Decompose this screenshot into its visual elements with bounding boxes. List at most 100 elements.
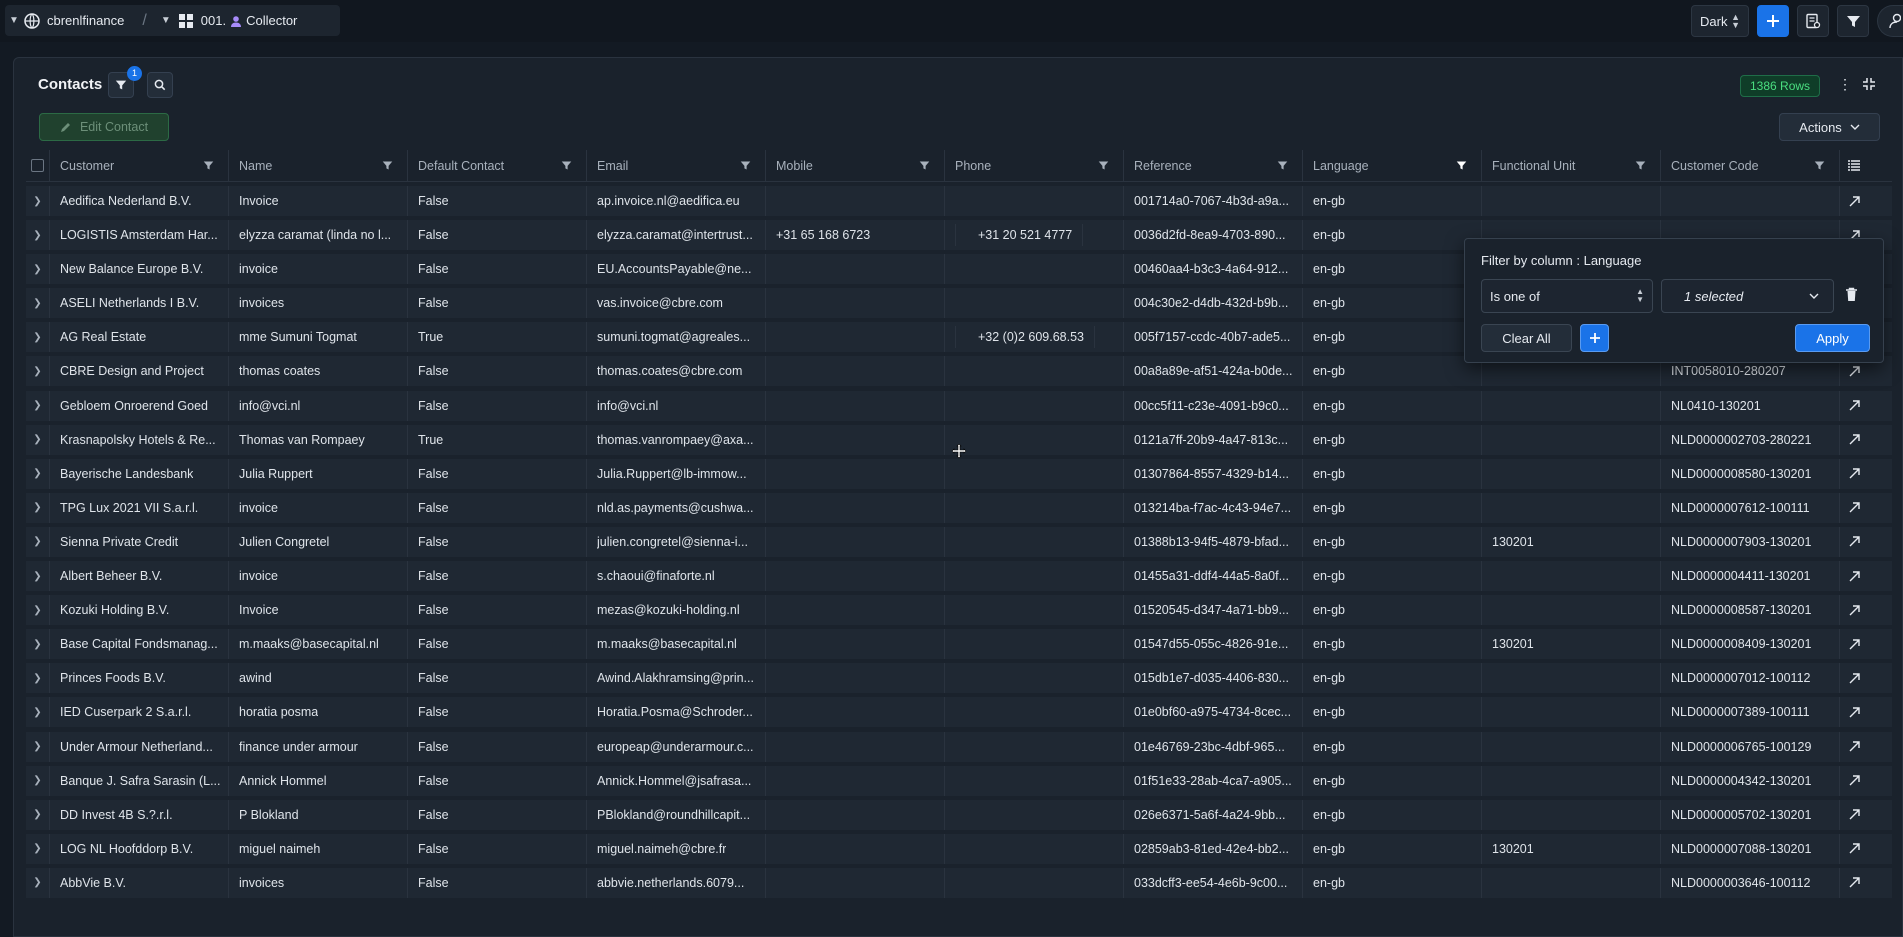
table-row[interactable]: ❯ Kozuki Holding B.V. Invoice False mezas@ko… <box>26 595 1892 626</box>
row-expand-button[interactable]: ❯ <box>26 220 50 251</box>
column-filter-icon[interactable] <box>561 160 572 171</box>
row-expand-button[interactable]: ❯ <box>26 731 50 762</box>
table-row[interactable]: ❯ DD Invest 4B S.?.r.l. P Blokland False PBl… <box>26 799 1892 830</box>
column-filter-icon[interactable] <box>1635 160 1646 171</box>
column-header-reference[interactable]: Reference <box>1124 150 1303 181</box>
row-expand-button[interactable]: ❯ <box>26 390 50 421</box>
table-row[interactable]: ❯ Base Capital Fondsmanag... m.maaks@basec… <box>26 629 1892 660</box>
search-button[interactable] <box>147 72 173 98</box>
row-expand-button[interactable]: ❯ <box>26 492 50 523</box>
row-expand-button[interactable]: ❯ <box>26 663 50 694</box>
open-row-button[interactable] <box>1840 527 1868 557</box>
row-expand-button[interactable]: ❯ <box>26 356 50 387</box>
column-filter-icon[interactable] <box>1456 160 1467 171</box>
chevron-down-icon[interactable]: ▼ <box>157 15 175 26</box>
open-row-button[interactable] <box>1840 800 1868 830</box>
column-header-functional-unit[interactable]: Functional Unit <box>1482 150 1661 181</box>
filter-value-select[interactable]: 1 selected <box>1661 279 1834 313</box>
column-header-language[interactable]: Language <box>1303 150 1482 181</box>
panel-filter-button[interactable]: 1 <box>108 66 142 98</box>
filter-operator-select[interactable]: Is one of ▲ ▼ <box>1481 279 1653 313</box>
row-expand-button[interactable]: ❯ <box>26 833 50 864</box>
row-expand-button[interactable]: ❯ <box>26 254 50 285</box>
open-row-button[interactable] <box>1840 391 1868 421</box>
row-expand-button[interactable]: ❯ <box>26 867 50 898</box>
open-row-button[interactable] <box>1840 595 1868 625</box>
table-row[interactable]: ❯ LOG NL Hoofddorp B.V. miguel naimeh False… <box>26 833 1892 864</box>
table-row[interactable]: ❯ Albert Beheer B.V. invoice False s.chaoui@… <box>26 561 1892 592</box>
column-header-default-contact[interactable]: Default Contact <box>408 150 587 181</box>
column-filter-icon[interactable] <box>1098 160 1109 171</box>
dashboard-prefix[interactable]: 001. <box>201 13 226 28</box>
row-expand-button[interactable]: ❯ <box>26 322 50 353</box>
trash-icon[interactable] <box>1845 287 1863 305</box>
table-row[interactable]: ❯ Princes Foods B.V. awind False Awind.Alakh… <box>26 663 1892 694</box>
row-expand-button[interactable]: ❯ <box>26 765 50 796</box>
open-row-button[interactable] <box>1840 561 1868 591</box>
row-expand-button[interactable]: ❯ <box>26 629 50 660</box>
table-row[interactable]: ❯ Bayerische Landesbank Julia Ruppert False… <box>26 458 1892 489</box>
column-header-customer[interactable]: Customer <box>50 150 229 181</box>
column-header-phone[interactable]: Phone <box>945 150 1124 181</box>
workspace-name[interactable]: cbrenlfinance <box>47 13 124 28</box>
row-expand-button[interactable]: ❯ <box>26 799 50 830</box>
column-filter-icon[interactable] <box>203 160 214 171</box>
column-header-email[interactable]: Email <box>587 150 766 181</box>
table-row[interactable]: ❯ AbbVie B.V. invoices False abbvie.netherla… <box>26 867 1892 898</box>
collapse-icon[interactable] <box>1862 77 1880 95</box>
column-filter-icon[interactable] <box>382 160 393 171</box>
open-row-button[interactable] <box>1840 732 1868 762</box>
open-row-button[interactable] <box>1840 766 1868 796</box>
open-row-button[interactable] <box>1840 493 1868 523</box>
apply-filter-button[interactable]: Apply <box>1795 324 1870 352</box>
add-button[interactable] <box>1757 5 1789 37</box>
row-expand-button[interactable]: ❯ <box>26 595 50 626</box>
theme-select[interactable]: Dark ▲ ▼ <box>1691 5 1749 37</box>
user-avatar-button[interactable] <box>1877 5 1903 37</box>
open-row-button[interactable] <box>1840 834 1868 864</box>
table-row[interactable]: ❯ TPG Lux 2021 VII S.a.r.l. invoice False nl… <box>26 492 1892 523</box>
dashboard-name[interactable]: Collector <box>246 13 297 28</box>
row-expand-button[interactable]: ❯ <box>26 424 50 455</box>
column-filter-icon[interactable] <box>919 160 930 171</box>
open-row-button[interactable] <box>1840 697 1868 727</box>
column-header-customer-code[interactable]: Customer Code <box>1661 150 1840 181</box>
report-settings-button[interactable] <box>1797 5 1829 37</box>
table-row[interactable]: ❯ Banque J. Safra Sarasin (L... Annick Hom… <box>26 765 1892 796</box>
table-row[interactable]: ❯ Aedifica Nederland B.V. Invoice False ap.i… <box>26 186 1892 216</box>
language-cell: en-gb <box>1303 220 1482 251</box>
clear-all-button[interactable]: Clear All <box>1481 324 1572 352</box>
column-filter-icon[interactable] <box>740 160 751 171</box>
table-row[interactable]: ❯ Sienna Private Credit Julien Congretel Fa… <box>26 526 1892 557</box>
row-expand-button[interactable]: ❯ <box>26 288 50 319</box>
edit-contact-button[interactable]: Edit Contact <box>39 113 169 141</box>
open-row-button[interactable] <box>1840 663 1868 693</box>
table-row[interactable]: ❯ Gebloem Onroerend Goed info@vci.nl False i… <box>26 390 1892 421</box>
open-row-button[interactable] <box>1840 186 1868 216</box>
add-filter-button[interactable] <box>1580 324 1609 352</box>
actions-button[interactable]: Actions <box>1779 113 1880 141</box>
row-expand-button[interactable]: ❯ <box>26 458 50 489</box>
row-expand-button[interactable]: ❯ <box>26 561 50 592</box>
row-expand-button[interactable]: ❯ <box>26 697 50 728</box>
row-expand-button[interactable]: ❯ <box>26 186 50 216</box>
name-cell: invoices <box>229 867 408 898</box>
open-row-button[interactable] <box>1840 868 1868 898</box>
open-row-button[interactable] <box>1840 459 1868 489</box>
select-all-checkbox[interactable] <box>31 159 44 172</box>
table-row[interactable]: ❯ Under Armour Netherland... finance under… <box>26 731 1892 762</box>
table-row[interactable]: ❯ IED Cuserpark 2 S.a.r.l. horatia posma Fa… <box>26 697 1892 728</box>
open-row-button[interactable] <box>1840 629 1868 659</box>
more-options-icon[interactable]: ⋮ <box>1835 76 1855 96</box>
column-chooser-button[interactable] <box>1840 150 1868 181</box>
column-filter-icon[interactable] <box>1277 160 1288 171</box>
chevron-down-icon[interactable]: ▼ <box>5 15 23 26</box>
name-cell-text: invoice <box>239 262 278 277</box>
column-filter-icon[interactable] <box>1814 160 1825 171</box>
row-expand-button[interactable]: ❯ <box>26 526 50 557</box>
column-header-mobile[interactable]: Mobile <box>766 150 945 181</box>
column-header-name[interactable]: Name <box>229 150 408 181</box>
phone-cell <box>945 356 1124 387</box>
open-row-button[interactable] <box>1840 425 1868 455</box>
filter-button[interactable] <box>1837 5 1869 37</box>
